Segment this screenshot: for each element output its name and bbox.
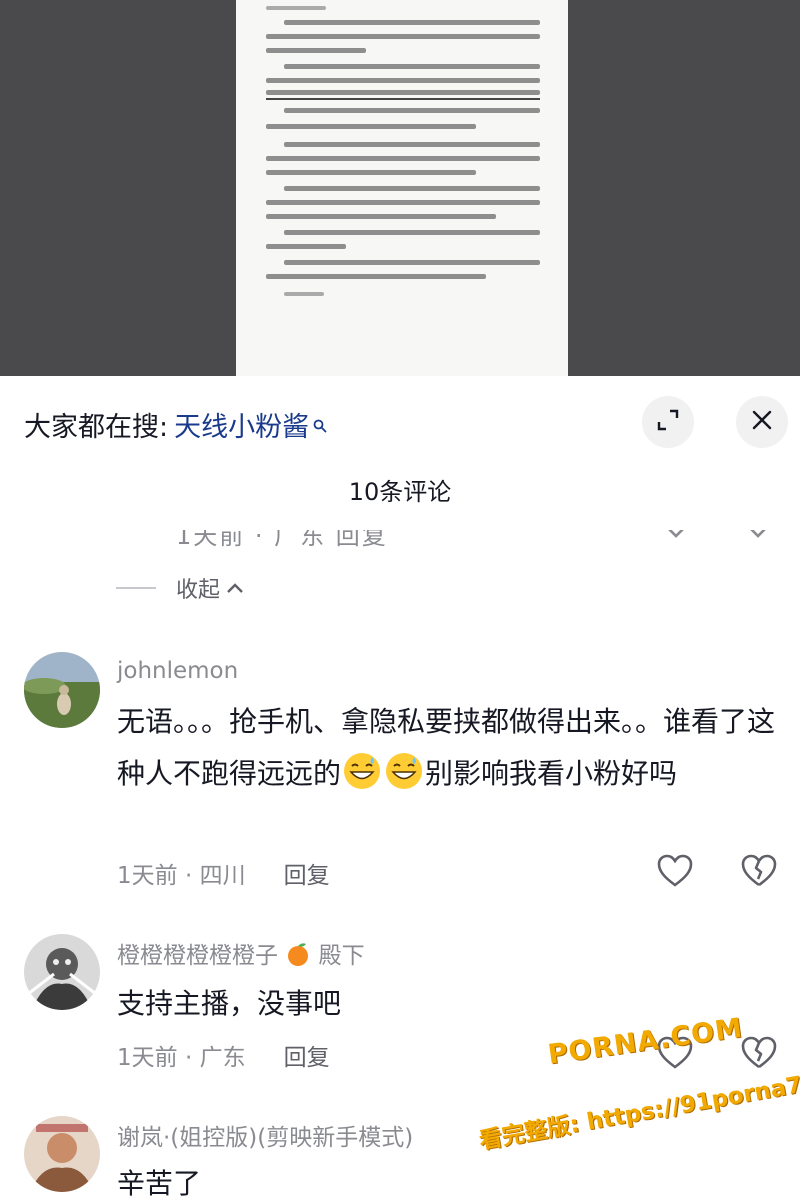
trending-search[interactable]: 大家都在搜: 天线小粉酱 bbox=[24, 404, 327, 444]
comment-meta: 1天前 · 广东 回复 bbox=[117, 1038, 330, 1072]
reply-button[interactable]: 回复 bbox=[284, 1045, 330, 1071]
expand-button[interactable] bbox=[642, 396, 694, 448]
close-button[interactable] bbox=[736, 396, 788, 448]
avatar[interactable] bbox=[24, 1116, 100, 1192]
search-icon bbox=[313, 409, 327, 433]
dislike-broken-heart-icon[interactable] bbox=[740, 1036, 778, 1070]
comment-time-location: 1天前 · 四川 bbox=[117, 863, 246, 889]
document-image bbox=[236, 0, 568, 376]
avatar[interactable] bbox=[24, 934, 100, 1010]
expand-icon bbox=[656, 408, 680, 436]
trending-search-term[interactable]: 天线小粉酱 bbox=[174, 405, 309, 444]
comment-text: 无语。。。抢手机、拿隐私要挟都做得出来。。谁看了这种人不跑得远远的 别影响我看小粉… bbox=[117, 696, 777, 800]
orange-emoji-icon bbox=[285, 941, 311, 973]
video-player[interactable] bbox=[0, 0, 800, 376]
dislike-broken-heart-icon[interactable] bbox=[740, 854, 778, 888]
trending-search-prefix: 大家都在搜: bbox=[24, 411, 169, 443]
scrolled-meta-text: 1天前 · 广东 回复 bbox=[176, 530, 388, 550]
comment-meta: 1天前 · 四川 回复 bbox=[117, 856, 330, 890]
comment-username[interactable]: 谢岚·(姐控版)(剪映新手模式) bbox=[117, 1118, 413, 1152]
close-icon bbox=[750, 408, 774, 436]
comment-text: 辛苦了 bbox=[117, 1167, 202, 1200]
comment-time-location: 1天前 · 广东 bbox=[117, 1045, 246, 1071]
divider-line bbox=[116, 587, 156, 589]
username-part: 殿下 bbox=[318, 943, 365, 969]
comment-count-title: 10条评论 bbox=[348, 478, 452, 506]
scrolled-comment-meta: 1天前 · 广东 回复 bbox=[0, 530, 800, 552]
avatar[interactable] bbox=[24, 652, 100, 728]
collapse-replies-button[interactable]: 收起 bbox=[116, 572, 244, 604]
chevron-down-icon bbox=[742, 530, 774, 548]
comment-sheet: 大家都在搜: 天线小粉酱 10条评论 1天前 · 广东 回复 收起 johnle… bbox=[0, 376, 800, 1200]
comment-username[interactable]: johnlemon bbox=[117, 658, 238, 684]
chevron-up-icon bbox=[226, 576, 244, 601]
collapse-label: 收起 bbox=[176, 578, 221, 603]
grinning-sweat-emoji-icon bbox=[384, 751, 424, 791]
chevron-down-icon bbox=[660, 530, 692, 548]
comment-text-part: 别影响我看小粉好吗 bbox=[425, 757, 678, 790]
like-heart-icon[interactable] bbox=[656, 854, 694, 888]
reply-button[interactable]: 回复 bbox=[284, 863, 330, 889]
grinning-sweat-emoji-icon bbox=[342, 751, 382, 791]
username-part: 橙橙橙橙橙橙子 bbox=[117, 943, 278, 969]
comment-username[interactable]: 橙橙橙橙橙橙子 殿下 bbox=[117, 936, 365, 973]
